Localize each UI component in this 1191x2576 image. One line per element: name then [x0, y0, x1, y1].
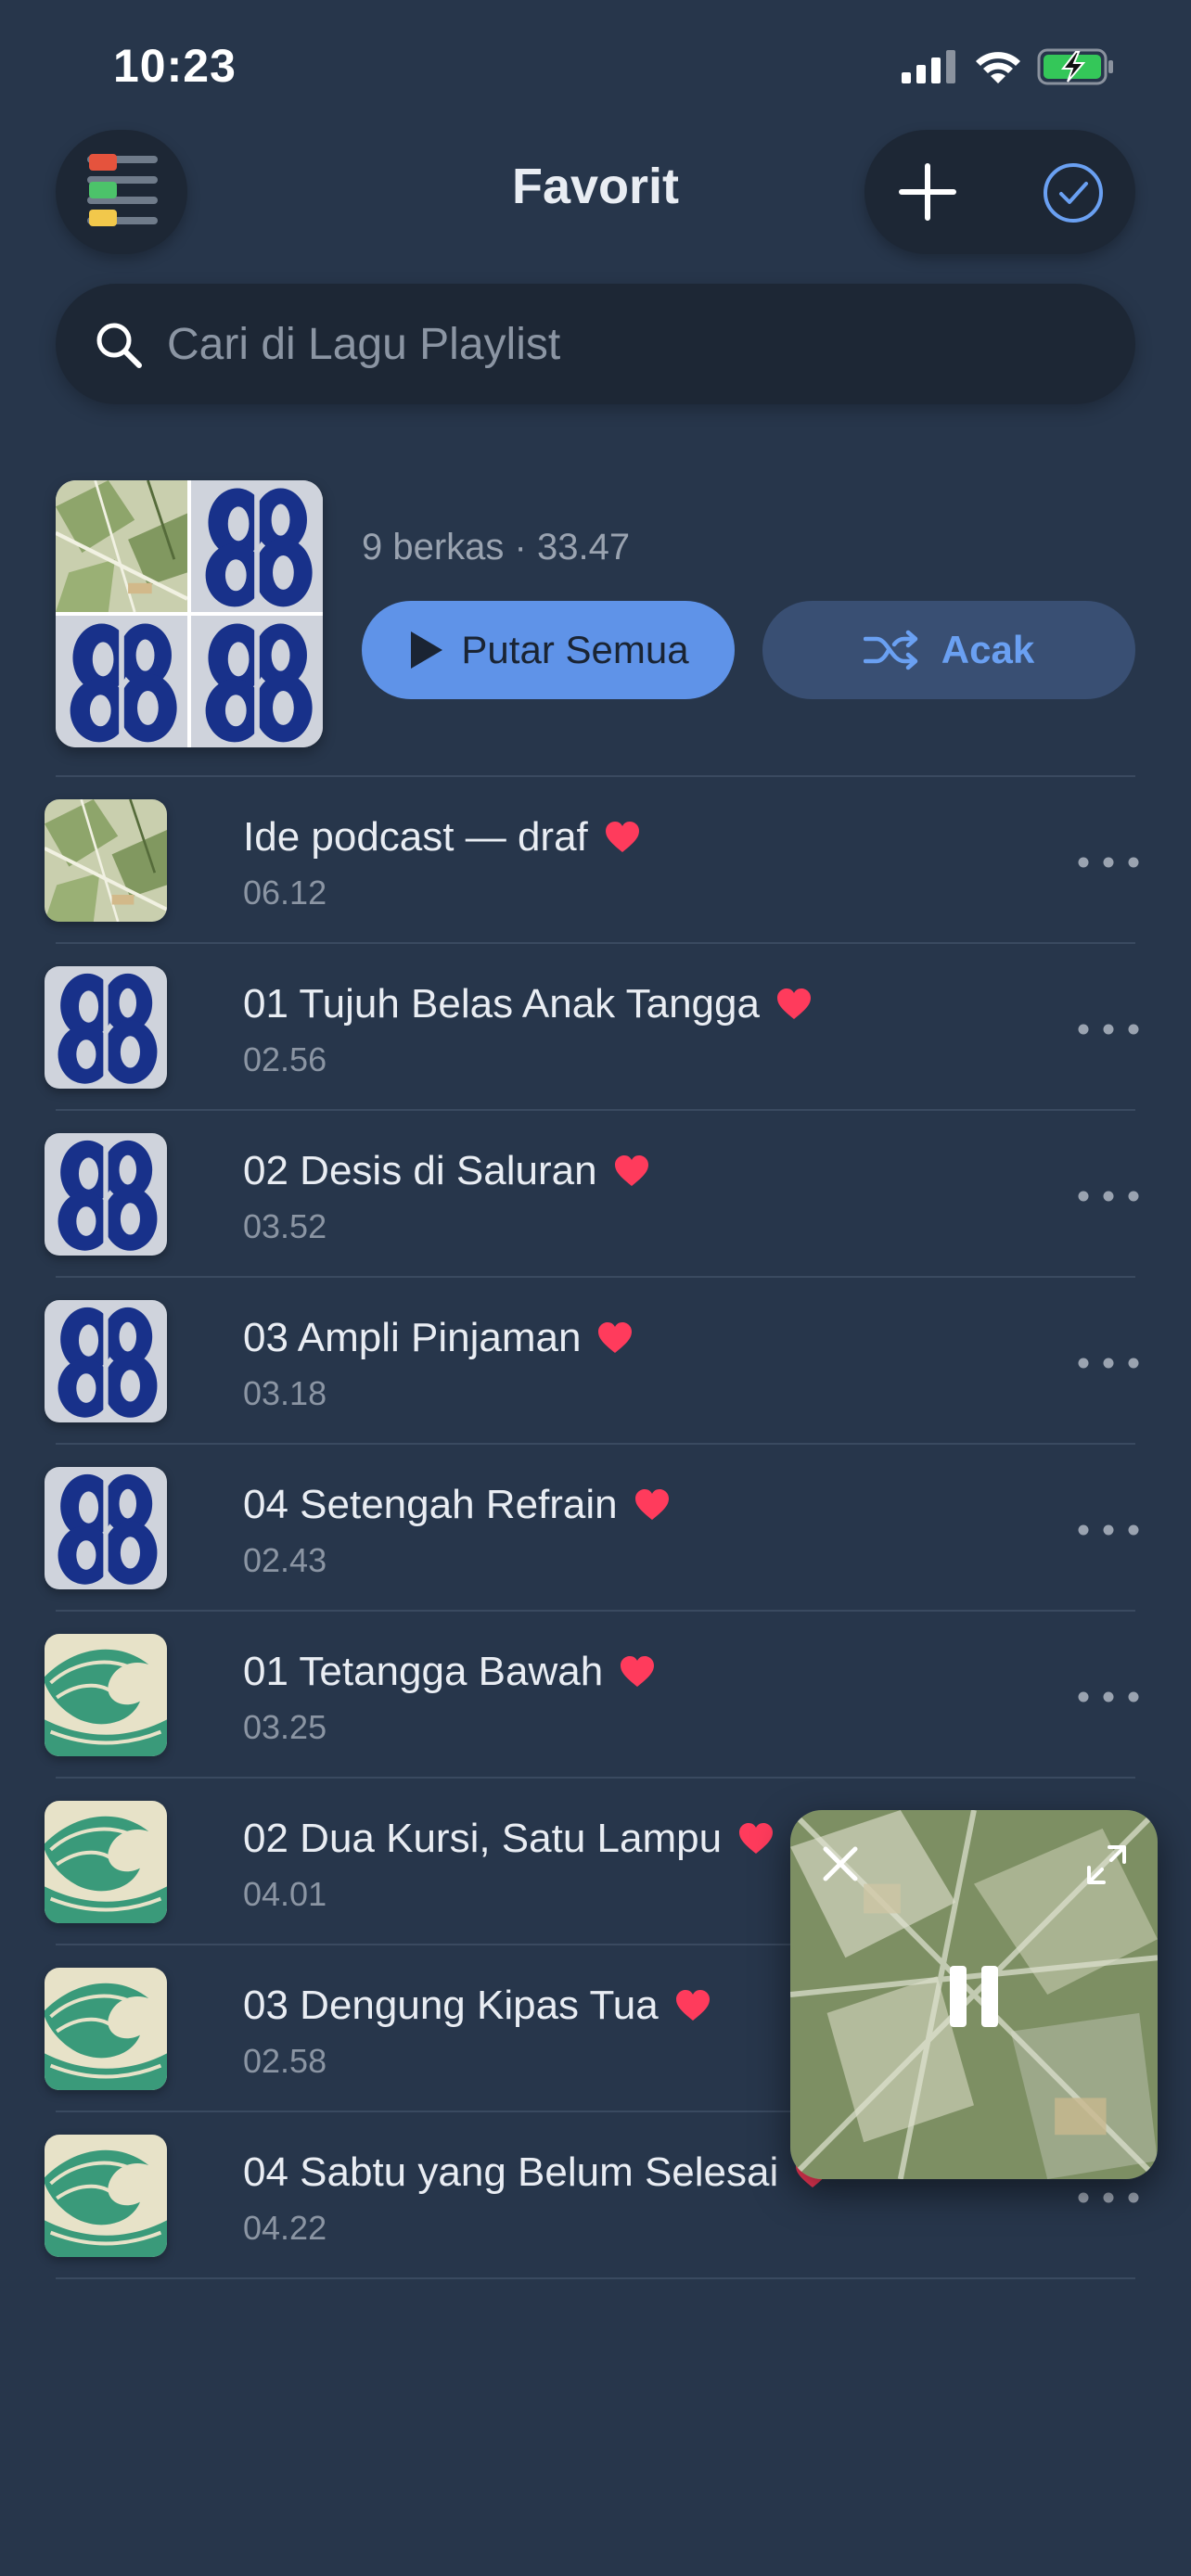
track-title: 03 Ampli Pinjaman: [243, 1315, 582, 1360]
search-icon: [96, 323, 142, 368]
status-bar: 10:23: [0, 0, 1191, 130]
track-title: 04 Sabtu yang Belum Selesai: [243, 2149, 779, 2195]
track-title: 02 Desis di Saluran: [243, 1148, 597, 1193]
more-options-icon[interactable]: [1076, 1187, 1141, 1205]
heart-icon[interactable]: [634, 1489, 670, 1521]
add-icon[interactable]: [890, 155, 965, 229]
track-row[interactable]: 04 Setengah Refrain 02.43: [0, 1445, 1191, 1612]
track-duration: 06.12: [243, 874, 327, 912]
track-title-line: Ide podcast — draf: [243, 814, 640, 861]
cellular-signal-icon: [902, 50, 955, 83]
track-artwork: [45, 966, 167, 1089]
track-row[interactable]: 02 Desis di Saluran 03.52: [0, 1111, 1191, 1278]
play-all-button[interactable]: Putar Semua: [362, 601, 735, 699]
track-title-line: 03 Ampli Pinjaman: [243, 1315, 633, 1361]
track-duration: 03.25: [243, 1708, 327, 1746]
track-duration: 02.43: [243, 1541, 327, 1579]
cover-tile: [56, 480, 187, 612]
more-options-icon[interactable]: [1076, 1521, 1141, 1539]
track-duration: 04.22: [243, 2209, 327, 2247]
more-options-icon[interactable]: [1076, 2188, 1141, 2207]
track-title: 01 Tujuh Belas Anak Tangga: [243, 981, 760, 1027]
track-title: Ide podcast — draf: [243, 814, 588, 860]
cover-tile: [191, 616, 323, 747]
more-options-icon[interactable]: [1076, 1020, 1141, 1039]
battery-charging-icon: [1037, 48, 1113, 85]
track-duration: 04.01: [243, 1875, 327, 1913]
track-row[interactable]: 01 Tujuh Belas Anak Tangga 02.56: [0, 944, 1191, 1111]
library-menu-button[interactable]: [56, 130, 187, 254]
track-row[interactable]: 03 Ampli Pinjaman 03.18: [0, 1278, 1191, 1445]
select-check-icon[interactable]: [1041, 160, 1106, 225]
play-all-label: Putar Semua: [461, 628, 689, 671]
shuffle-label: Acak: [941, 628, 1035, 671]
heart-icon[interactable]: [776, 988, 812, 1020]
shuffle-button[interactable]: Acak: [762, 601, 1135, 699]
colored-list-icon: [87, 154, 158, 226]
track-duration: 03.18: [243, 1374, 327, 1412]
track-title: 01 Tetangga Bawah: [243, 1649, 604, 1694]
track-artwork: [45, 1801, 167, 1923]
wifi-icon: [976, 52, 1020, 83]
track-artwork: [45, 1133, 167, 1256]
search-input[interactable]: [167, 310, 1076, 378]
track-row[interactable]: Ide podcast — draf 06.12: [0, 777, 1191, 944]
track-title: 03 Dengung Kipas Tua: [243, 1983, 659, 2028]
more-options-icon[interactable]: [1076, 853, 1141, 872]
track-title: 02 Dua Kursi, Satu Lampu: [243, 1816, 723, 1861]
track-title: 04 Setengah Refrain: [243, 1482, 618, 1527]
track-duration: 02.56: [243, 1040, 327, 1078]
track-artwork: [45, 1968, 167, 2090]
track-artwork: [45, 799, 167, 922]
heart-icon[interactable]: [738, 1823, 774, 1855]
track-title-line: 04 Sabtu yang Belum Selesai: [243, 2149, 830, 2196]
track-title-line: 01 Tujuh Belas Anak Tangga: [243, 981, 812, 1027]
status-time: 10:23: [113, 40, 237, 92]
header-actions: [864, 130, 1135, 254]
track-artwork: [45, 2135, 167, 2257]
pause-icon[interactable]: [946, 1964, 1002, 2029]
heart-icon[interactable]: [597, 1322, 633, 1354]
track-row[interactable]: 01 Tetangga Bawah 03.25: [0, 1612, 1191, 1779]
page-title: Favorit: [511, 159, 680, 214]
heart-icon[interactable]: [605, 822, 640, 853]
playlist-meta: 9 berkas · 33.47: [362, 527, 631, 567]
heart-icon[interactable]: [620, 1656, 655, 1688]
row-divider: [56, 2277, 1135, 2279]
track-duration: 02.58: [243, 2042, 327, 2080]
shuffle-icon: [863, 630, 918, 670]
expand-icon[interactable]: [1083, 1842, 1130, 1888]
playlist-cover: [56, 480, 323, 747]
track-duration: 03.52: [243, 1207, 327, 1245]
track-title-line: 03 Dengung Kipas Tua: [243, 1983, 711, 2029]
heart-icon[interactable]: [675, 1990, 711, 2021]
close-icon[interactable]: [818, 1842, 863, 1886]
track-title-line: 02 Desis di Saluran: [243, 1148, 649, 1194]
mini-player[interactable]: [790, 1810, 1158, 2179]
track-title-line: 04 Setengah Refrain: [243, 1482, 670, 1528]
track-artwork: [45, 1300, 167, 1422]
more-options-icon[interactable]: [1076, 1688, 1141, 1706]
more-options-icon[interactable]: [1076, 1354, 1141, 1372]
track-artwork: [45, 1634, 167, 1756]
track-artwork: [45, 1467, 167, 1589]
track-title-line: 01 Tetangga Bawah: [243, 1649, 655, 1695]
cover-tile: [56, 616, 187, 747]
play-icon: [411, 631, 443, 669]
track-title-line: 02 Dua Kursi, Satu Lampu: [243, 1816, 774, 1862]
cover-tile: [191, 480, 323, 612]
search-bar: [56, 284, 1135, 404]
heart-icon[interactable]: [614, 1155, 649, 1187]
